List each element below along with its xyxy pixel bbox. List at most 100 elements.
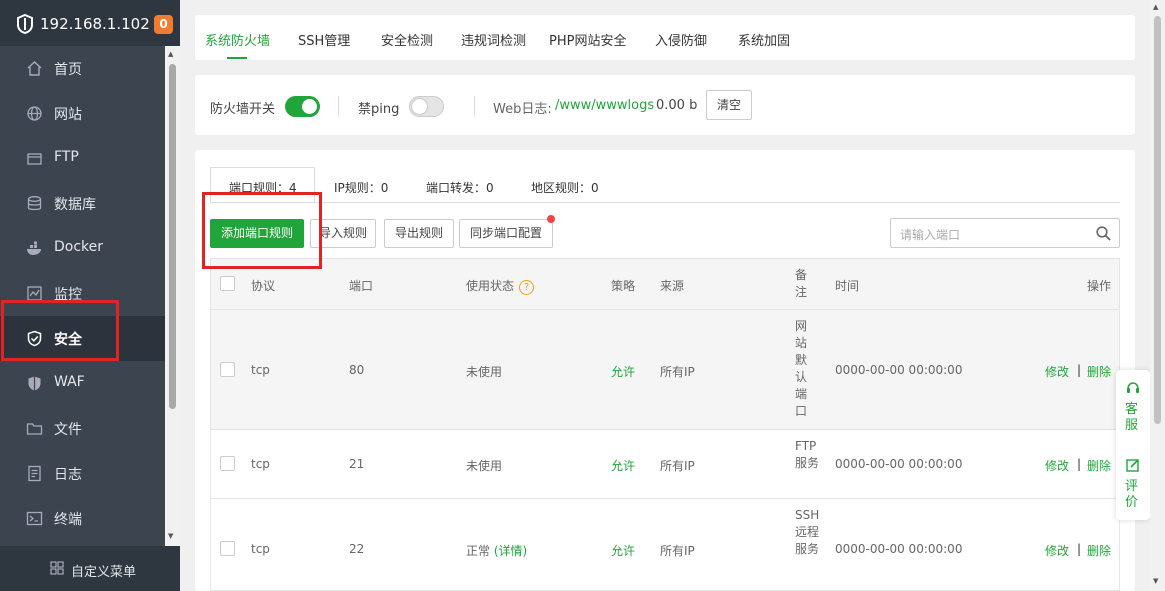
header-time[interactable]: 时间	[835, 277, 859, 294]
tab-security-check[interactable]: 安全检测	[381, 30, 433, 49]
delete-link[interactable]: 删除	[1087, 457, 1111, 474]
cell-remark: FTP服务	[795, 439, 820, 470]
header-source: 来源	[660, 279, 685, 293]
header-status-label: 使用状态	[466, 279, 515, 293]
sidebar-item-docker[interactable]: Docker	[0, 226, 165, 271]
sidebar-item-website[interactable]: 网站	[0, 91, 165, 136]
subtab-port-forward[interactable]: 端口转发：0	[426, 179, 494, 196]
header-remark: 备注	[795, 268, 808, 299]
custom-menu-label: 自定义菜单	[71, 565, 137, 580]
highlight-box-add-rule	[202, 192, 322, 269]
tab-ssh-management[interactable]: SSH管理	[298, 30, 350, 49]
customer-service-link[interactable]: 客服	[1125, 402, 1141, 434]
tab-system-firewall[interactable]: 系统防火墙	[205, 30, 270, 49]
header-protocol[interactable]: 协议	[251, 277, 275, 294]
cell-source: 所有IP	[660, 459, 695, 473]
subtab-region-rules[interactable]: 地区规则：0	[531, 179, 599, 196]
sidebar-item-files[interactable]: 文件	[0, 406, 165, 451]
header-action: 操作	[1087, 279, 1112, 293]
sidebar-item-label: 日志	[54, 467, 82, 483]
sidebar-item-label: WAF	[54, 374, 85, 390]
port-search-input[interactable]: 请输入端口	[890, 218, 1120, 248]
sync-port-config-button[interactable]: 同步端口配置	[459, 219, 553, 248]
page-scrollbar[interactable]: ▲ ▼	[1150, 0, 1165, 591]
row-checkbox[interactable]	[220, 456, 235, 471]
edit-link[interactable]: 修改	[1045, 363, 1069, 380]
page-scroll-up-icon[interactable]: ▲	[1153, 3, 1158, 11]
sidebar-scroll-thumb[interactable]	[169, 64, 176, 409]
cell-port: 80	[349, 363, 365, 377]
ftp-icon	[27, 153, 42, 165]
clear-log-button[interactable]: 清空	[706, 90, 752, 120]
page-scroll-down-icon[interactable]: ▼	[1153, 577, 1158, 585]
subtab-ip-rules[interactable]: IP规则：0	[334, 179, 388, 196]
sidebar-menu: 首页 网站 FTP 数据库 Docker 监控 安全 WAF 文件 日志 终端	[0, 46, 165, 546]
grid-menu-icon	[50, 561, 64, 575]
home-icon	[27, 61, 42, 76]
cell-protocol: tcp	[251, 457, 270, 471]
sidebar-item-database[interactable]: 数据库	[0, 181, 165, 226]
active-tab-underline	[227, 57, 247, 59]
action-separator: |	[1077, 363, 1082, 377]
edit-link[interactable]: 修改	[1045, 542, 1069, 559]
header-policy: 策略	[611, 279, 636, 293]
cell-time: 0000-00-00 00:00:00	[835, 542, 963, 556]
server-logo-icon	[17, 14, 33, 34]
header-status: 使用状态?	[466, 277, 535, 295]
sidebar-scrollbar[interactable]: ▲ ▼	[165, 46, 180, 546]
sidebar-item-logs[interactable]: 日志	[0, 451, 165, 496]
cell-port: 22	[349, 542, 365, 556]
custom-menu-button[interactable]: 自定义菜单	[0, 546, 180, 591]
sidebar-item-home[interactable]: 首页	[0, 46, 165, 91]
sidebar-item-label: 数据库	[54, 197, 96, 213]
weblog-label: Web日志:	[493, 102, 552, 117]
tab-intrusion-prevention[interactable]: 入侵防御	[655, 30, 707, 49]
export-rules-button[interactable]: 导出规则	[384, 219, 454, 248]
sidebar: 192.168.1.102 0 首页 网站 FTP 数据库 Docker 监控	[0, 0, 180, 591]
waf-shield-icon	[28, 376, 41, 391]
edit-link[interactable]: 修改	[1045, 457, 1069, 474]
sidebar-item-terminal[interactable]: 终端	[0, 496, 165, 541]
scroll-up-arrow-icon[interactable]: ▲	[168, 50, 173, 58]
ping-switch-label: 禁ping	[358, 102, 400, 117]
sidebar-item-waf[interactable]: WAF	[0, 361, 165, 406]
table-row: tcp 80 未使用 允许 所有IP 网站默认端口 0000-00-00 00:…	[211, 310, 1119, 430]
sidebar-item-ftp[interactable]: FTP	[0, 136, 165, 181]
header-port[interactable]: 端口	[349, 277, 373, 294]
help-icon[interactable]: ?	[519, 280, 535, 295]
globe-icon	[27, 106, 42, 121]
database-icon	[27, 196, 42, 211]
notification-badge[interactable]: 0	[154, 15, 173, 34]
delete-link[interactable]: 删除	[1087, 542, 1111, 559]
cell-policy: 允许	[611, 544, 636, 558]
action-separator: |	[1077, 542, 1082, 556]
weblog-size: 0.00 b	[656, 98, 698, 113]
tab-violation-words[interactable]: 违规词检测	[461, 30, 526, 49]
row-checkbox[interactable]	[220, 541, 235, 556]
sidebar-item-label: 终端	[54, 512, 82, 528]
review-link[interactable]: 评价	[1125, 479, 1141, 511]
page-scroll-thumb[interactable]	[1154, 16, 1161, 424]
cell-remark: SSH远程服务	[795, 508, 820, 556]
firewall-switch-label: 防火墙开关	[210, 102, 276, 117]
search-icon[interactable]	[1096, 226, 1111, 241]
weblog-path-link[interactable]: /www/wwwlogs	[555, 98, 654, 113]
customer-service-icon[interactable]	[1126, 382, 1140, 395]
docker-icon	[27, 241, 41, 255]
edit-review-icon[interactable]	[1126, 458, 1140, 472]
row-checkbox[interactable]	[220, 362, 235, 377]
delete-link[interactable]: 删除	[1087, 363, 1111, 380]
ping-toggle[interactable]	[409, 96, 444, 117]
tab-system-hardening[interactable]: 系统加固	[738, 30, 790, 49]
floating-service-widget: 客服 评价	[1116, 370, 1150, 520]
select-all-checkbox[interactable]	[220, 276, 235, 291]
tab-php-security[interactable]: PHP网站安全	[549, 30, 626, 49]
sidebar-header: 192.168.1.102 0	[0, 0, 180, 48]
cell-status: 未使用	[466, 459, 503, 473]
cell-policy: 允许	[611, 459, 636, 473]
status-details-link[interactable]: (详情)	[494, 544, 527, 558]
table-row: tcp 22 正常 (详情) 允许 所有IP SSH远程服务 0000-00-0…	[211, 499, 1119, 590]
scroll-down-arrow-icon[interactable]: ▼	[168, 532, 173, 540]
firewall-toggle[interactable]	[285, 96, 320, 117]
subtab-divider	[210, 202, 1120, 203]
